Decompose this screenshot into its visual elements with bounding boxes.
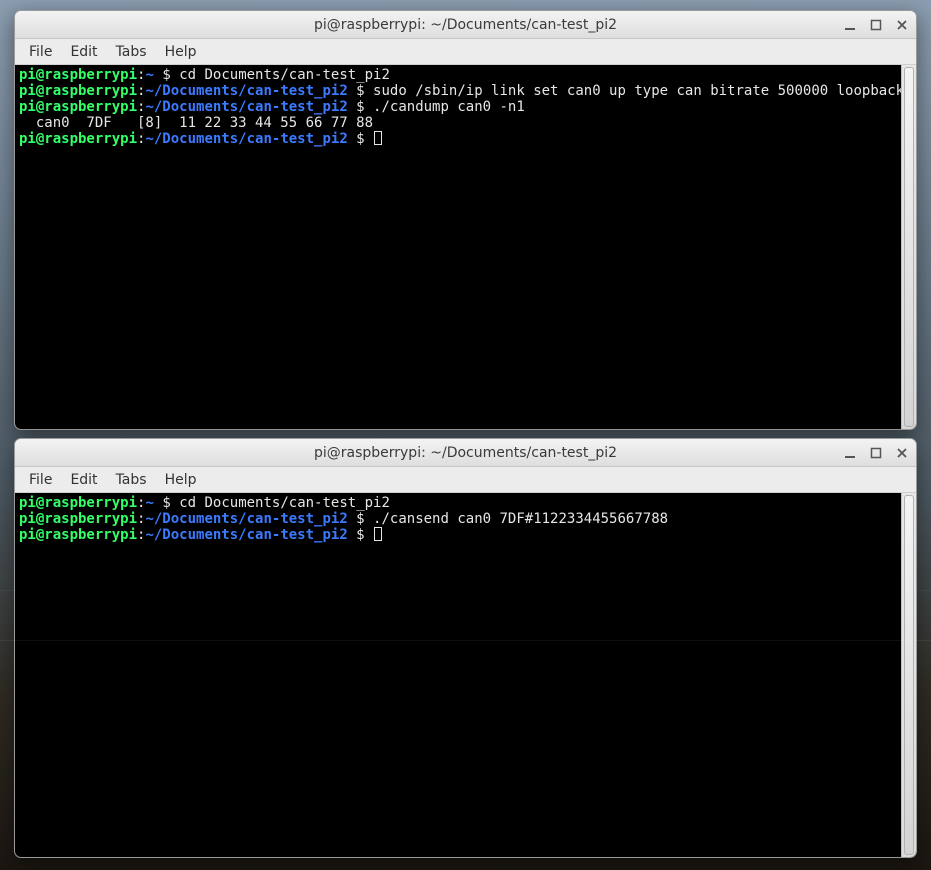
maximize-button[interactable] (868, 17, 884, 33)
menu-edit[interactable]: Edit (62, 41, 105, 63)
menu-tabs[interactable]: Tabs (108, 41, 155, 63)
terminal-command: ./candump can0 -n1 (373, 99, 525, 115)
terminal-window-1: pi@raspberrypi: ~/Documents/can-test_pi2… (14, 10, 917, 430)
maximize-button[interactable] (868, 445, 884, 461)
minimize-button[interactable] (842, 17, 858, 33)
close-button[interactable] (894, 17, 910, 33)
titlebar[interactable]: pi@raspberrypi: ~/Documents/can-test_pi2 (15, 439, 916, 467)
prompt-user: pi@raspberrypi (19, 495, 137, 511)
prompt-path: ~/Documents/can-test_pi2 (145, 527, 347, 543)
terminal-cursor (374, 527, 382, 541)
terminal-area: pi@raspberrypi:~ $ cd Documents/can-test… (15, 493, 916, 857)
terminal-command: cd Documents/can-test_pi2 (179, 495, 390, 511)
prompt-user: pi@raspberrypi (19, 527, 137, 543)
prompt-symbol: $ (348, 99, 373, 115)
prompt-path: ~/Documents/can-test_pi2 (145, 99, 347, 115)
prompt-path: ~ (145, 67, 153, 83)
prompt-symbol: $ (154, 495, 179, 511)
window-controls (842, 11, 910, 38)
menu-edit[interactable]: Edit (62, 469, 105, 491)
prompt-user: pi@raspberrypi (19, 99, 137, 115)
prompt-symbol: $ (154, 67, 179, 83)
terminal-line: can0 7DF [8] 11 22 33 44 55 66 77 88 (19, 115, 897, 131)
terminal-line: pi@raspberrypi:~/Documents/can-test_pi2 … (19, 527, 897, 543)
terminal-output[interactable]: pi@raspberrypi:~ $ cd Documents/can-test… (15, 65, 901, 429)
prompt-path: ~ (145, 495, 153, 511)
terminal-command: cd Documents/can-test_pi2 (179, 67, 390, 83)
menu-help[interactable]: Help (157, 41, 205, 63)
prompt-user: pi@raspberrypi (19, 67, 137, 83)
minimize-button[interactable] (842, 445, 858, 461)
prompt-path: ~/Documents/can-test_pi2 (145, 131, 347, 147)
prompt-path: ~/Documents/can-test_pi2 (145, 511, 347, 527)
prompt-symbol: $ (348, 83, 373, 99)
terminal-line: pi@raspberrypi:~/Documents/can-test_pi2 … (19, 83, 897, 99)
terminal-line: pi@raspberrypi:~/Documents/can-test_pi2 … (19, 99, 897, 115)
terminal-command: ./cansend can0 7DF#1122334455667788 (373, 511, 668, 527)
menu-help[interactable]: Help (157, 469, 205, 491)
window-title: pi@raspberrypi: ~/Documents/can-test_pi2 (314, 17, 617, 33)
terminal-command: sudo /sbin/ip link set can0 up type can … (373, 83, 901, 99)
menubar: File Edit Tabs Help (15, 467, 916, 493)
prompt-symbol: $ (348, 131, 373, 147)
menu-file[interactable]: File (21, 41, 60, 63)
window-title: pi@raspberrypi: ~/Documents/can-test_pi2 (314, 445, 617, 461)
menu-tabs[interactable]: Tabs (108, 469, 155, 491)
scrollbar[interactable] (901, 65, 916, 429)
terminal-line: pi@raspberrypi:~ $ cd Documents/can-test… (19, 495, 897, 511)
scrollbar-thumb[interactable] (904, 67, 914, 427)
prompt-path: ~/Documents/can-test_pi2 (145, 83, 347, 99)
terminal-area: pi@raspberrypi:~ $ cd Documents/can-test… (15, 65, 916, 429)
terminal-line: pi@raspberrypi:~ $ cd Documents/can-test… (19, 67, 897, 83)
prompt-user: pi@raspberrypi (19, 83, 137, 99)
terminal-text: can0 7DF [8] 11 22 33 44 55 66 77 88 (19, 115, 373, 131)
prompt-symbol: $ (348, 511, 373, 527)
titlebar[interactable]: pi@raspberrypi: ~/Documents/can-test_pi2 (15, 11, 916, 39)
scrollbar-thumb[interactable] (904, 495, 914, 855)
terminal-line: pi@raspberrypi:~/Documents/can-test_pi2 … (19, 131, 897, 147)
terminal-window-2: pi@raspberrypi: ~/Documents/can-test_pi2… (14, 438, 917, 858)
scrollbar[interactable] (901, 493, 916, 857)
menu-file[interactable]: File (21, 469, 60, 491)
terminal-cursor (374, 131, 382, 145)
terminal-output[interactable]: pi@raspberrypi:~ $ cd Documents/can-test… (15, 493, 901, 857)
menubar: File Edit Tabs Help (15, 39, 916, 65)
close-button[interactable] (894, 445, 910, 461)
prompt-user: pi@raspberrypi (19, 511, 137, 527)
prompt-symbol: $ (348, 527, 373, 543)
terminal-line: pi@raspberrypi:~/Documents/can-test_pi2 … (19, 511, 897, 527)
window-controls (842, 439, 910, 466)
prompt-user: pi@raspberrypi (19, 131, 137, 147)
